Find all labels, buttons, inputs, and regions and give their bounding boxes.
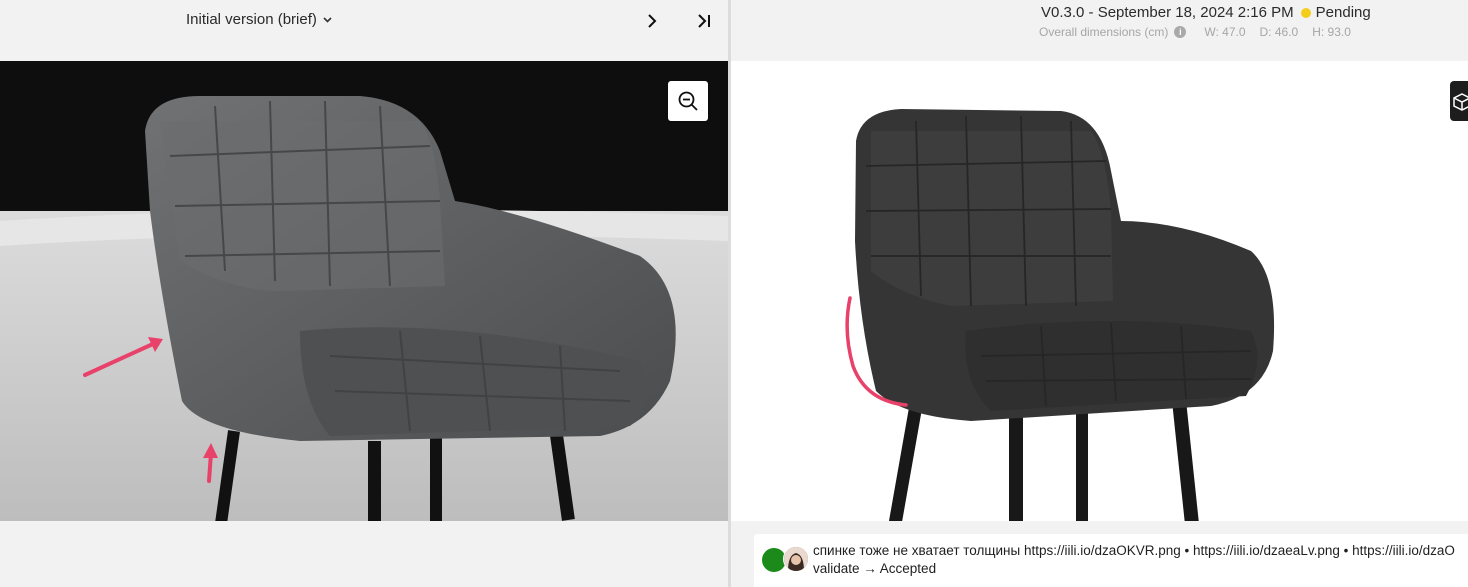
next-version-button[interactable]: [641, 10, 663, 32]
status-dot-icon: [1300, 7, 1311, 18]
dimension-width: W: 47.0: [1204, 25, 1246, 39]
version-info: V0.3.0 - September 18, 2024 2:16 PM: [1041, 4, 1294, 21]
dimension-depth: D: 46.0: [1259, 25, 1299, 39]
cube-icon: [1453, 93, 1468, 111]
avatar: [783, 546, 809, 572]
view-3d-button[interactable]: [1450, 81, 1468, 121]
skip-to-end-icon: [698, 14, 710, 28]
comment-card[interactable]: спинке тоже не хватает толщины https://i…: [754, 534, 1468, 587]
chevron-right-icon: [648, 14, 657, 28]
chevron-down-icon: [323, 14, 332, 26]
dimension-height: H: 93.0: [1312, 25, 1351, 39]
last-version-button[interactable]: [693, 10, 715, 32]
comment-status: validate → Accepted: [813, 561, 937, 576]
reference-photo: [0, 61, 728, 521]
version-dropdown-label: Initial version (brief): [186, 11, 317, 28]
dimensions-line: Overall dimensions (cm) i W: 47.0 D: 46.…: [1039, 25, 1361, 39]
zoom-out-icon: [678, 91, 698, 111]
version-info-line: V0.3.0 - September 18, 2024 2:16 PM Pend…: [1041, 4, 1371, 21]
info-icon[interactable]: i: [1174, 26, 1187, 38]
zoom-button[interactable]: [668, 81, 708, 121]
status-badge: Pending: [1315, 4, 1371, 21]
version-dropdown[interactable]: Initial version (brief): [186, 11, 332, 28]
comment-text: спинке тоже не хватает толщины https://i…: [813, 543, 1455, 558]
dimensions-label: Overall dimensions (cm): [1039, 25, 1169, 39]
render-image: [731, 61, 1468, 521]
